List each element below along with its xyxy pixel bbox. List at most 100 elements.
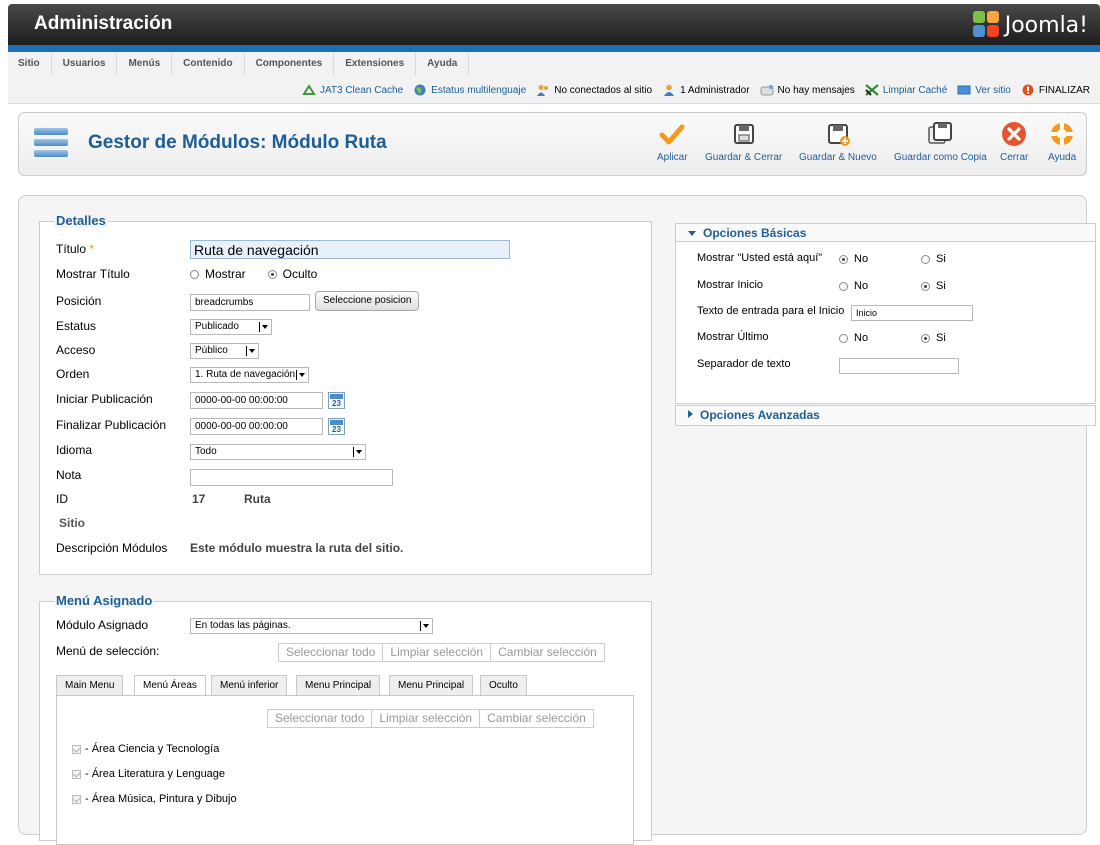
chevron-down-icon	[420, 621, 430, 631]
menu-item-checkbox[interactable]	[72, 744, 81, 754]
menu-item-checkbox[interactable]	[72, 769, 81, 779]
menu-bar: Sitio Usuarios Menús Contenido Component…	[8, 52, 1100, 104]
menu-item-extensiones[interactable]: Extensiones	[334, 52, 417, 76]
clear-cache-link[interactable]: Limpiar Caché	[865, 84, 947, 96]
logout-label: FINALIZAR	[1038, 84, 1090, 96]
tab-oculto[interactable]: Oculto	[480, 675, 527, 695]
list-item[interactable]: - Área Literatura y Lenguage	[72, 768, 225, 780]
status-bar: JAT3 Clean Cache Estatus multilenguaje N…	[302, 84, 1090, 96]
you-are-here-yes-option[interactable]: Si	[921, 253, 946, 265]
admin-count-label: 1 Administrador	[680, 84, 750, 96]
save-close-button[interactable]: Guardar & Cerrar	[705, 121, 782, 163]
chevron-right-icon	[688, 410, 693, 418]
advanced-options-title: Opciones Avanzadas	[700, 408, 820, 422]
save-new-label: Guardar & Nuevo	[799, 152, 877, 163]
menu-item-componentes[interactable]: Componentes	[245, 52, 335, 76]
show-home-yes-radio[interactable]	[921, 281, 930, 291]
tab-menu-inferior[interactable]: Menú inferior	[211, 675, 288, 695]
clear-selection-button[interactable]: Limpiar selección	[383, 644, 492, 661]
list-item[interactable]: - Área Música, Pintura y Dibujo	[72, 793, 237, 805]
show-title-hide-label: Oculto	[282, 267, 318, 281]
separator-input[interactable]	[839, 358, 959, 374]
you-are-here-no-option[interactable]: No	[839, 253, 868, 265]
calendar-icon[interactable]: 23	[328, 418, 345, 435]
joomla-logo-icon	[972, 11, 1001, 39]
show-home-no-radio[interactable]	[839, 281, 848, 291]
language-select[interactable]: Todo	[190, 444, 366, 460]
advanced-options-header[interactable]: Opciones Avanzadas	[676, 406, 1095, 424]
menu-item-contenido[interactable]: Contenido	[172, 52, 245, 76]
you-are-here-yes-radio[interactable]	[921, 254, 930, 264]
tab-select-all-button[interactable]: Seleccionar todo	[268, 710, 373, 727]
save-copy-button[interactable]: Guardar como Copia	[894, 121, 987, 163]
save-copy-icon	[928, 122, 953, 144]
show-title-show-option[interactable]: Mostrar	[190, 267, 246, 281]
joomla-logo[interactable]: Joomla!	[972, 10, 1088, 40]
select-position-button[interactable]: Seleccione posicion	[315, 291, 420, 311]
apply-button[interactable]: Aplicar	[657, 121, 688, 163]
jat3-clean-cache-link[interactable]: JAT3 Clean Cache	[302, 84, 403, 96]
calendar-icon[interactable]: 23	[328, 392, 345, 409]
status-select[interactable]: Publicado	[190, 319, 272, 335]
menu-item-sitio[interactable]: Sitio	[8, 52, 52, 76]
multilang-status-link[interactable]: Estatus multilenguaje	[413, 84, 526, 96]
logout-link[interactable]: FINALIZAR	[1021, 84, 1090, 96]
access-select[interactable]: Público	[190, 343, 259, 359]
show-title-hide-radio[interactable]	[267, 269, 277, 279]
broom-icon	[865, 84, 879, 96]
show-last-yes-option[interactable]: Si	[921, 332, 946, 344]
tab-menu-areas[interactable]: Menú Áreas	[134, 675, 206, 696]
show-title-radios: Mostrar Oculto	[190, 267, 317, 281]
show-last-yes-label: Si	[936, 332, 946, 344]
home-text-input[interactable]	[851, 305, 973, 321]
checkmark-icon	[659, 124, 685, 145]
title-input[interactable]	[190, 240, 510, 259]
chevron-down-icon	[259, 322, 269, 332]
tab-clear-selection-button[interactable]: Limpiar selección	[372, 710, 481, 727]
messages-label: No hay mensajes	[777, 84, 855, 96]
tab-panel-menu-areas: Seleccionar todo Limpiar selección Cambi…	[56, 695, 634, 845]
select-all-button[interactable]: Seleccionar todo	[279, 644, 384, 661]
show-title-hide-option[interactable]: Oculto	[267, 267, 318, 281]
menu-item-menus[interactable]: Menús	[117, 52, 173, 76]
save-icon	[733, 124, 754, 144]
chevron-down-icon	[353, 447, 363, 457]
show-last-no-radio[interactable]	[839, 333, 848, 343]
tab-menu-principal-1[interactable]: Menu Principal	[296, 675, 381, 695]
menu-assignment-legend: Menú Asignado	[54, 593, 155, 608]
save-new-button[interactable]: Guardar & Nuevo	[799, 121, 877, 163]
save-new-icon	[827, 124, 850, 146]
show-home-no-option[interactable]: No	[839, 280, 868, 292]
required-mark: *	[89, 242, 95, 256]
start-publishing-input[interactable]	[190, 392, 323, 409]
basic-options-header[interactable]: Opciones Básicas	[676, 224, 1095, 242]
show-title-show-radio[interactable]	[190, 269, 199, 279]
position-input[interactable]	[190, 294, 310, 311]
order-select[interactable]: 1. Ruta de navegación	[190, 367, 309, 383]
jat3-clean-cache-label: JAT3 Clean Cache	[319, 84, 404, 96]
menu-item-ayuda[interactable]: Ayuda	[416, 52, 470, 76]
show-home-yes-option[interactable]: Si	[921, 280, 946, 292]
you-are-here-no-radio[interactable]	[839, 254, 848, 264]
close-button[interactable]: Cerrar	[1000, 121, 1028, 163]
tab-menu-principal-2[interactable]: Menu Principal	[389, 675, 474, 695]
list-item[interactable]: - Área Ciencia y Tecnología	[72, 743, 219, 755]
toolbar: Gestor de Módulos: Módulo Ruta Aplicar G…	[18, 112, 1087, 176]
menu-item-label: - Área Ciencia y Tecnología	[85, 743, 220, 755]
tab-main-menu[interactable]: Main Menu	[56, 675, 124, 695]
toggle-selection-button[interactable]: Cambiar selección	[491, 644, 604, 661]
status-select-value: Publicado	[195, 321, 239, 332]
menu-item-checkbox[interactable]	[72, 794, 81, 804]
module-assignment-select[interactable]: En todas las páginas.	[190, 618, 433, 634]
help-button[interactable]: Ayuda	[1048, 121, 1076, 163]
messages-status[interactable]: No hay mensajes	[760, 84, 855, 96]
note-input[interactable]	[190, 469, 393, 486]
finish-publishing-input[interactable]	[190, 418, 323, 435]
show-last-no-option[interactable]: No	[839, 332, 868, 344]
show-last-yes-radio[interactable]	[921, 333, 930, 343]
view-site-link[interactable]: Ver sitio	[957, 84, 1011, 96]
tab-toggle-selection-button[interactable]: Cambiar selección	[480, 710, 593, 727]
menu-item-usuarios[interactable]: Usuarios	[52, 52, 118, 76]
language-select-value: Todo	[195, 446, 217, 457]
menu-item-label: - Área Música, Pintura y Dibujo	[85, 793, 237, 805]
